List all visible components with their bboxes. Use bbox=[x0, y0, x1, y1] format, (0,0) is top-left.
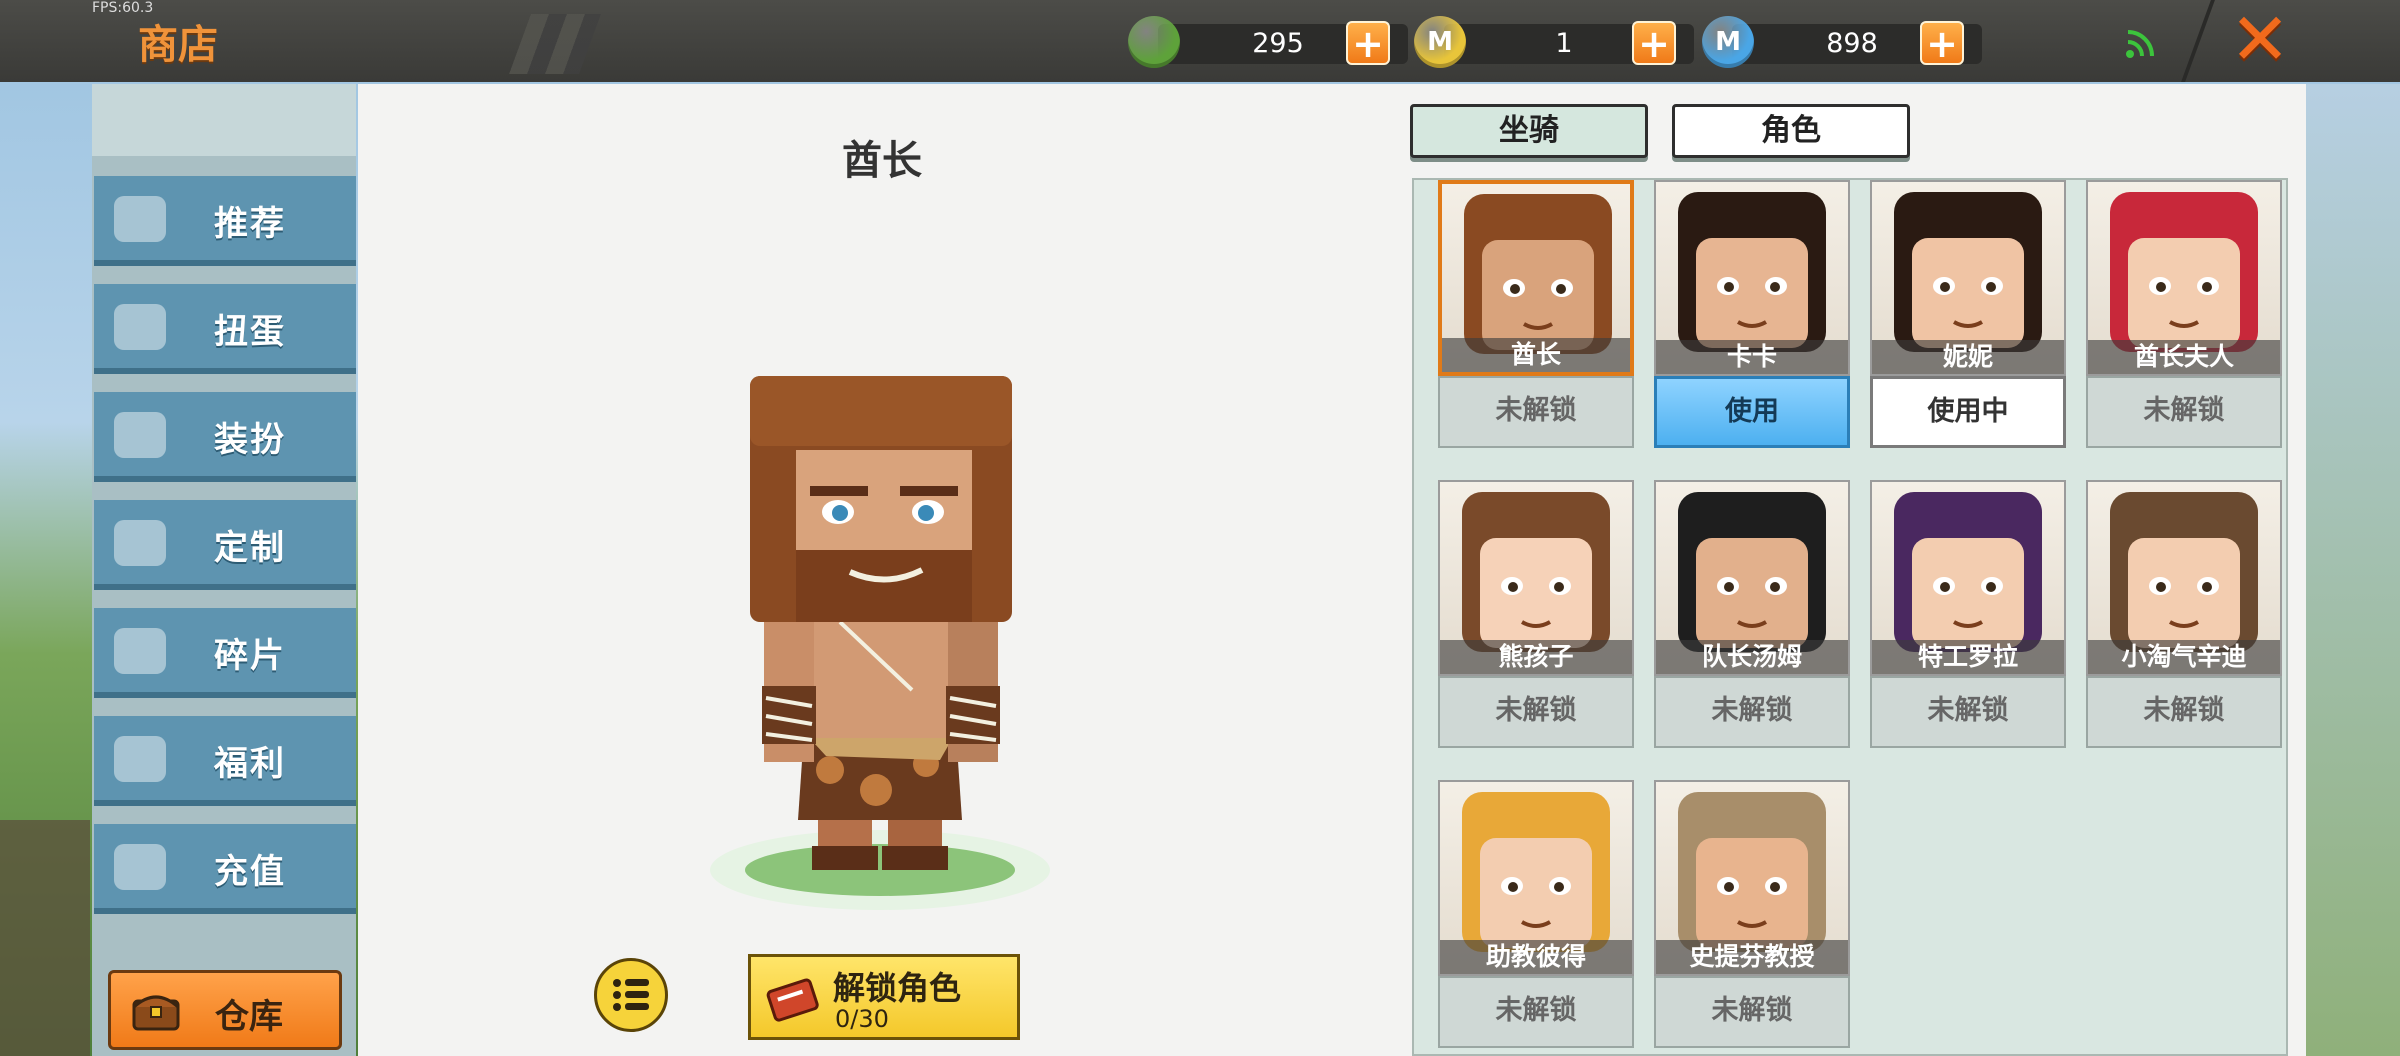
shirt-icon bbox=[114, 412, 166, 458]
character-portrait: 特工罗拉 bbox=[1870, 480, 2066, 676]
character-card-8[interactable]: 助教彼得 未解锁 bbox=[1438, 780, 1634, 1052]
character-card-2[interactable]: 妮妮 使用中 bbox=[1870, 180, 2066, 452]
page-title: 商店 bbox=[138, 22, 218, 68]
storage-label: 仓库 bbox=[215, 997, 283, 1037]
top-bar: FPS:60.3 商店 295 + M 1 + M 898 + ✕ bbox=[0, 0, 2400, 82]
character-name-label: 酋长 bbox=[1442, 338, 1630, 372]
sidebar-item-label: 碎片 bbox=[214, 636, 286, 676]
sidebar-item-label: 装扮 bbox=[214, 420, 286, 460]
sidebar-item-label: 推荐 bbox=[214, 204, 286, 244]
character-status-button: 未解锁 bbox=[1870, 676, 2066, 748]
chest-icon bbox=[132, 995, 180, 1031]
character-card-6[interactable]: 特工罗拉 未解锁 bbox=[1870, 480, 2066, 752]
gold-coin-icon: M bbox=[1414, 16, 1466, 68]
character-name-label: 熊孩子 bbox=[1440, 640, 1632, 674]
add-gold-button[interactable]: + bbox=[1632, 21, 1676, 65]
selected-character-name: 酋长 bbox=[842, 138, 922, 184]
sidebar-item-label: 定制 bbox=[214, 528, 286, 568]
close-icon[interactable]: ✕ bbox=[2222, 3, 2298, 78]
sidebar-item-5[interactable]: 福利 bbox=[94, 716, 356, 806]
character-status-button: 未解锁 bbox=[2086, 376, 2282, 448]
character-portrait: 队长汤姆 bbox=[1654, 480, 1850, 676]
unlock-progress: 0/30 bbox=[835, 1005, 889, 1033]
character-name-label: 妮妮 bbox=[1872, 340, 2064, 374]
character-portrait: 卡卡 bbox=[1654, 180, 1850, 376]
sidebar-item-4[interactable]: 碎片 bbox=[94, 608, 356, 698]
sidebar-item-label: 充值 bbox=[214, 852, 286, 892]
puzzle-icon bbox=[114, 628, 166, 674]
add-mini-coins-button[interactable]: + bbox=[1920, 21, 1964, 65]
character-status-button: 未解锁 bbox=[1438, 376, 1634, 448]
character-portrait: 酋长夫人 bbox=[2086, 180, 2282, 376]
character-name-label: 小淘气辛迪 bbox=[2088, 640, 2280, 674]
title-decoration bbox=[509, 14, 601, 74]
currency-gold: M 1 + bbox=[1414, 16, 1694, 70]
character-status-button: 未解锁 bbox=[1438, 976, 1634, 1048]
pencil-icon bbox=[114, 520, 166, 566]
character-name-label: 特工罗拉 bbox=[1872, 640, 2064, 674]
add-gems-button[interactable]: + bbox=[1346, 21, 1390, 65]
sidebar-item-2[interactable]: 装扮 bbox=[94, 392, 356, 482]
green-gem-icon bbox=[1128, 16, 1180, 68]
character-card-3[interactable]: 酋长夫人 未解锁 bbox=[2086, 180, 2282, 452]
character-status-button: 未解锁 bbox=[1438, 676, 1634, 748]
character-portrait: 酋长 bbox=[1438, 180, 1634, 376]
character-name-label: 史提芬教授 bbox=[1656, 940, 1848, 974]
list-menu-button[interactable] bbox=[594, 958, 668, 1032]
blue-coin-icon: M bbox=[1702, 16, 1754, 68]
list-icon bbox=[613, 979, 649, 1011]
storage-button[interactable]: 仓库 bbox=[108, 970, 342, 1050]
character-name-label: 助教彼得 bbox=[1440, 940, 1632, 974]
sidebar-item-label: 扭蛋 bbox=[214, 312, 286, 352]
character-card-1[interactable]: 卡卡 使用 bbox=[1654, 180, 1850, 452]
character-name-label: 酋长夫人 bbox=[2088, 340, 2280, 374]
character-card-0[interactable]: 酋长 未解锁 bbox=[1438, 180, 1634, 452]
signal-icon bbox=[2126, 30, 2154, 58]
character-portrait: 熊孩子 bbox=[1438, 480, 1634, 676]
character-name-label: 卡卡 bbox=[1656, 340, 1848, 374]
gold-amount: 1 bbox=[1555, 28, 1573, 59]
coins-icon bbox=[114, 844, 166, 890]
character-status-button: 使用中 bbox=[1870, 376, 2066, 448]
character-card-4[interactable]: 熊孩子 未解锁 bbox=[1438, 480, 1634, 752]
character-portrait: 小淘气辛迪 bbox=[2086, 480, 2282, 676]
tab-character[interactable]: 角色 bbox=[1672, 104, 1910, 158]
unlock-character-button[interactable]: 解锁角色 0/30 bbox=[748, 954, 1020, 1040]
top-divider bbox=[2181, 0, 2215, 82]
gift-icon bbox=[114, 736, 166, 782]
character-status-button[interactable]: 使用 bbox=[1654, 376, 1850, 448]
sidebar-item-0[interactable]: 推荐 bbox=[94, 176, 356, 266]
thumbs-up-icon bbox=[114, 196, 166, 242]
gems-amount: 295 bbox=[1252, 28, 1304, 59]
mini-coin-amount: 898 bbox=[1826, 28, 1878, 59]
sidebar-item-label: 福利 bbox=[214, 744, 286, 784]
sidebar-item-3[interactable]: 定制 bbox=[94, 500, 356, 590]
character-status-button: 未解锁 bbox=[2086, 676, 2282, 748]
character-status-button: 未解锁 bbox=[1654, 976, 1850, 1048]
ticket-icon bbox=[766, 978, 819, 1022]
sidebar-item-1[interactable]: 扭蛋 bbox=[94, 284, 356, 374]
character-card-5[interactable]: 队长汤姆 未解锁 bbox=[1654, 480, 1850, 752]
background-block bbox=[0, 820, 90, 1056]
character-status-button: 未解锁 bbox=[1654, 676, 1850, 748]
character-portrait: 助教彼得 bbox=[1438, 780, 1634, 976]
background-strip bbox=[2306, 84, 2400, 1056]
character-portrait: 史提芬教授 bbox=[1654, 780, 1850, 976]
character-card-7[interactable]: 小淘气辛迪 未解锁 bbox=[2086, 480, 2282, 752]
character-card-9[interactable]: 史提芬教授 未解锁 bbox=[1654, 780, 1850, 1052]
unlock-label: 解锁角色 bbox=[833, 969, 962, 1007]
capsule-icon bbox=[114, 304, 166, 350]
currency-mini-coins: M 898 + bbox=[1702, 16, 1982, 70]
character-model[interactable] bbox=[700, 360, 1060, 920]
currency-gems: 295 + bbox=[1128, 16, 1408, 70]
tab-mount[interactable]: 坐骑 bbox=[1410, 104, 1648, 158]
character-portrait: 妮妮 bbox=[1870, 180, 2066, 376]
character-name-label: 队长汤姆 bbox=[1656, 640, 1848, 674]
sidebar-item-6[interactable]: 充值 bbox=[94, 824, 356, 914]
